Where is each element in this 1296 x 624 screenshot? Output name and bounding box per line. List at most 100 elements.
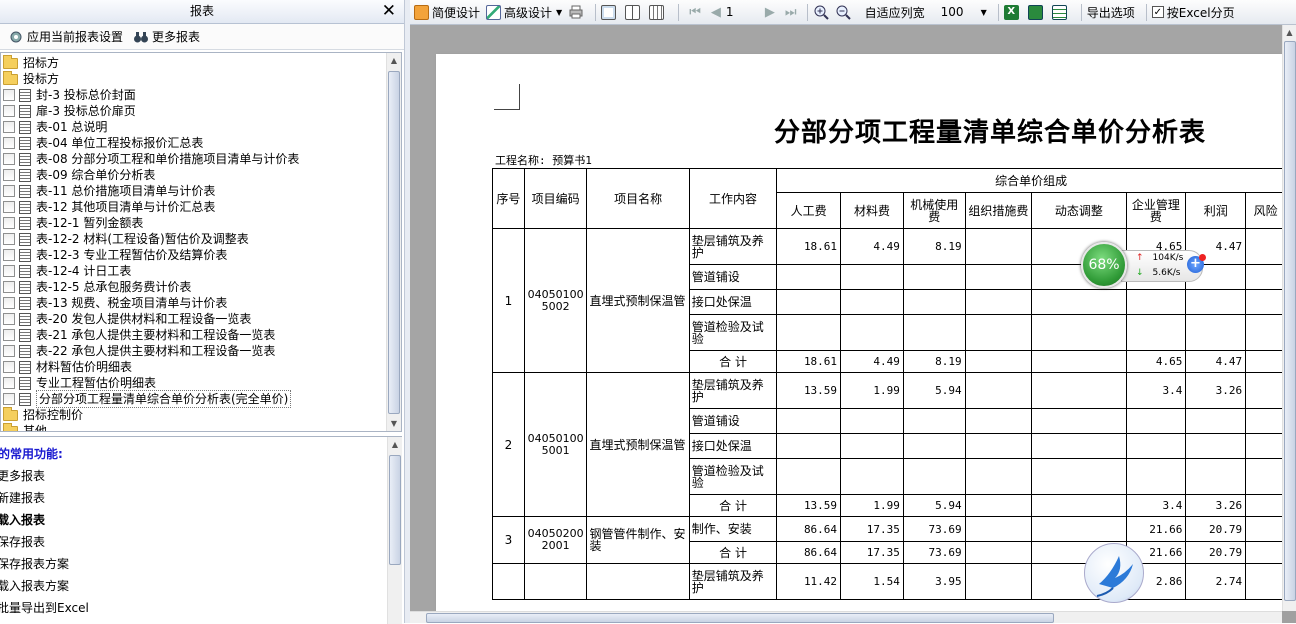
prev-page-icon[interactable]: ◀	[711, 5, 721, 20]
cell-work: 接口处保温	[688, 289, 778, 315]
tree-report-item[interactable]: 表-04 单位工程投标报价汇总表	[1, 135, 387, 151]
dropdown-arrow-icon[interactable]: ▼	[981, 8, 987, 17]
report-doc-icon	[19, 264, 31, 278]
tree-report-item[interactable]: 表-13 规费、税金项目清单与计价表	[1, 295, 387, 311]
tree-report-item[interactable]: 表-12-1 暂列金额表	[1, 215, 387, 231]
tree-report-item[interactable]: 表-01 总说明	[1, 119, 387, 135]
common-function-item[interactable]: 新建报表	[0, 487, 402, 509]
scroll-down-arrow[interactable]: ▼	[387, 416, 401, 431]
fit-width-button[interactable]: 自适应列宽	[865, 4, 925, 21]
zoom-input[interactable]	[940, 3, 981, 21]
tree-report-item[interactable]: 表-22 承包人提供主要材料和工程设备一览表	[1, 343, 387, 359]
tree-report-item[interactable]: 封-3 投标总价封面	[1, 87, 387, 103]
report-checkbox[interactable]	[3, 313, 15, 325]
advanced-design-button[interactable]: 高级设计 ▼	[486, 4, 562, 21]
cell-value: 2.74	[1185, 563, 1247, 600]
tree-report-item[interactable]: 专业工程暂估价明细表	[1, 375, 387, 391]
tree-report-item[interactable]: 表-11 总价措施项目清单与计价表	[1, 183, 387, 199]
scroll-up-arrow[interactable]: ▲	[1283, 25, 1296, 40]
export-options-button[interactable]: 导出选项	[1087, 4, 1135, 21]
scroll-thumb[interactable]	[388, 71, 400, 414]
print-icon[interactable]	[568, 4, 584, 20]
cell-value	[964, 408, 1033, 434]
zoom-select[interactable]: ▼	[940, 3, 987, 21]
report-checkbox[interactable]	[3, 265, 15, 277]
report-checkbox[interactable]	[3, 281, 15, 293]
report-checkbox[interactable]	[3, 169, 15, 181]
report-checkbox[interactable]	[3, 137, 15, 149]
scroll-thumb[interactable]	[426, 613, 1054, 623]
report-checkbox[interactable]	[3, 297, 15, 309]
excel-icon[interactable]: X	[1003, 4, 1022, 20]
tree-report-item[interactable]: 表-12 其他项目清单与计价汇总表	[1, 199, 387, 215]
report-checkbox[interactable]	[3, 217, 15, 229]
common-function-item[interactable]: 保存报表方案	[0, 553, 402, 575]
scroll-thumb[interactable]	[389, 455, 401, 565]
tree-report-item[interactable]: 扉-3 投标总价扉页	[1, 103, 387, 119]
tree-report-item[interactable]: 表-12-5 总承包服务费计价表	[1, 279, 387, 295]
excel-paging-checkbox[interactable]: ✓ 按Excel分页	[1151, 4, 1235, 21]
export-grid-icon[interactable]	[1051, 4, 1070, 20]
checkbox-checked-icon[interactable]: ✓	[1151, 6, 1164, 18]
network-speed-widget[interactable]: ↑ 104K/s ↓ 5.6K/s 68% +	[1081, 242, 1209, 288]
report-checkbox[interactable]	[3, 361, 15, 373]
report-checkbox[interactable]	[3, 201, 15, 213]
common-function-item[interactable]: 载入报表	[0, 509, 402, 531]
single-page-icon[interactable]	[601, 4, 619, 20]
tree-folder[interactable]: 其他	[1, 422, 387, 431]
scroll-up-arrow[interactable]: ▲	[388, 437, 402, 452]
tree-folder[interactable]: 招标控制价	[1, 406, 387, 423]
common-scrollbar[interactable]: ▲	[387, 437, 402, 624]
tree-report-item[interactable]: 材料暂估价明细表	[1, 359, 387, 375]
apply-settings-button[interactable]: 应用当前报表设置	[8, 28, 123, 45]
report-checkbox[interactable]	[3, 393, 15, 405]
tree-report-item[interactable]: 表-21 承包人提供主要材料和工程设备一览表	[1, 327, 387, 343]
memory-usage-ball[interactable]: 68%	[1081, 242, 1127, 288]
tree-report-item[interactable]: 表-20 发包人提供材料和工程设备一览表	[1, 311, 387, 327]
first-page-icon[interactable]: ⏮	[689, 5, 701, 20]
report-checkbox[interactable]	[3, 153, 15, 165]
close-icon[interactable]: ✕	[382, 0, 396, 22]
simple-design-button[interactable]: 简便设计	[414, 4, 480, 21]
report-checkbox[interactable]	[3, 121, 15, 133]
report-checkbox[interactable]	[3, 105, 15, 117]
cell-value	[1185, 458, 1247, 495]
cell-name: 直埋式预制保温管	[586, 372, 690, 517]
zoom-in-icon[interactable]	[813, 4, 829, 20]
common-function-item[interactable]: 更多报表	[0, 465, 402, 487]
tree-folder[interactable]: 招标方	[1, 54, 387, 71]
page-number-input[interactable]	[725, 3, 760, 21]
tree-scrollbar[interactable]: ▲ ▼	[386, 53, 401, 431]
export-excel-icon[interactable]	[1027, 4, 1046, 20]
common-function-item[interactable]: 载入报表方案	[0, 575, 402, 597]
tree-report-item[interactable]: 分部分项工程量清单综合单价分析表(完全单价)	[1, 390, 387, 408]
common-function-item[interactable]: 批量导出到Excel	[0, 597, 402, 619]
next-page-icon[interactable]: ▶	[765, 5, 775, 20]
last-page-icon[interactable]: ⏭	[785, 5, 797, 20]
report-checkbox[interactable]	[3, 89, 15, 101]
scroll-thumb[interactable]	[1284, 41, 1296, 601]
scroll-up-arrow[interactable]: ▲	[387, 53, 401, 68]
multi-page-icon[interactable]	[649, 4, 667, 20]
report-checkbox[interactable]	[3, 377, 15, 389]
tree-report-item[interactable]: 表-08 分部分项工程和单价措施项目清单与计价表	[1, 151, 387, 167]
tree-report-item[interactable]: 表-09 综合单价分析表	[1, 167, 387, 183]
preview-vscrollbar[interactable]: ▲	[1282, 25, 1296, 611]
report-checkbox[interactable]	[3, 185, 15, 197]
report-checkbox[interactable]	[3, 329, 15, 341]
bird-logo-icon[interactable]	[1084, 543, 1144, 603]
report-checkbox[interactable]	[3, 249, 15, 261]
column-header: 风险	[1245, 192, 1282, 229]
zoom-out-icon[interactable]	[835, 4, 851, 20]
double-page-icon[interactable]	[625, 4, 643, 20]
tree-folder[interactable]: 投标方	[1, 70, 387, 87]
report-checkbox[interactable]	[3, 233, 15, 245]
cell-work: 管道铺设	[688, 408, 778, 434]
common-function-item[interactable]: 保存报表	[0, 531, 402, 553]
tree-report-item[interactable]: 表-12-4 计日工表	[1, 263, 387, 279]
tree-report-item[interactable]: 表-12-3 专业工程暂估价及结算价表	[1, 247, 387, 263]
tree-report-item[interactable]: 表-12-2 材料(工程设备)暂估价及调整表	[1, 231, 387, 247]
report-checkbox[interactable]	[3, 345, 15, 357]
more-reports-button[interactable]: 更多报表	[133, 28, 200, 45]
preview-hscrollbar[interactable]	[410, 611, 1282, 623]
